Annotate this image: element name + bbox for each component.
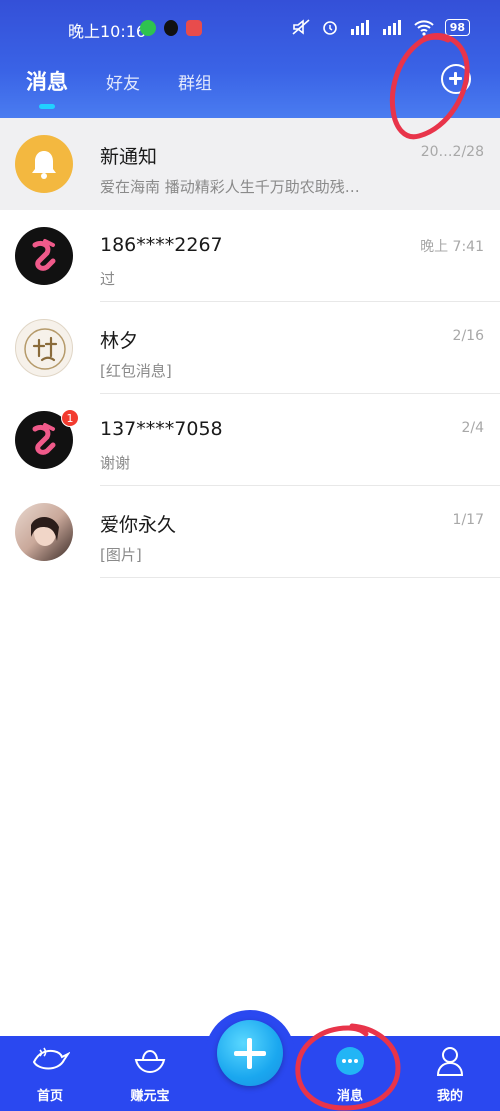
battery-indicator: 98: [444, 18, 470, 36]
nav-label: 赚元宝: [130, 1089, 170, 1104]
app-logo-avatar: [15, 227, 73, 285]
conversation-name: 新通知: [100, 146, 158, 168]
bottom-nav: 首页 赚元宝 消息 我的: [0, 1010, 500, 1111]
app-logo-avatar: 1: [15, 409, 79, 469]
conversation-name: 186****2267: [100, 234, 223, 256]
conversation-time: 2/16: [452, 328, 484, 344]
conversation-list: 新通知 爱在海南 播动精彩人生千万助农助残… 20…2/28 186****22…: [0, 118, 500, 578]
tab-friends[interactable]: 好友: [106, 69, 140, 94]
conversation-item[interactable]: 186****2267 过 晚上 7:41: [0, 210, 500, 302]
status-bar: 晚上10:16 98: [0, 0, 500, 56]
tab-groups[interactable]: 群组: [178, 69, 212, 94]
conversation-time: 2/4: [461, 420, 484, 436]
conversation-item[interactable]: 林夕 [红包消息] 2/16: [0, 302, 500, 394]
nav-label: 消息: [336, 1089, 363, 1104]
conversation-preview: 爱在海南 播动精彩人生千万助农助残…: [100, 178, 360, 196]
plus-icon[interactable]: [217, 1020, 283, 1086]
bell-icon: [15, 135, 73, 193]
qq-icon: [164, 20, 178, 36]
whale-icon: [10, 1044, 90, 1078]
conversation-name: 林夕: [100, 330, 139, 352]
conversation-item-notice[interactable]: 新通知 爱在海南 播动精彩人生千万助农助残… 20…2/28: [0, 118, 500, 210]
photo-avatar: [15, 503, 73, 561]
signal-icon: [350, 20, 369, 35]
conversation-preview: 谢谢: [100, 454, 131, 472]
conversation-preview: [图片]: [100, 546, 142, 564]
tab-messages[interactable]: 消息: [26, 66, 68, 109]
conversation-time: 20…2/28: [420, 144, 484, 160]
conversation-time: 1/17: [452, 512, 484, 528]
nav-label: 首页: [36, 1089, 63, 1104]
conversation-name: 137****7058: [100, 418, 223, 440]
conversation-preview: [红包消息]: [100, 362, 172, 380]
status-right: 98: [291, 18, 470, 36]
add-plus-button[interactable]: [441, 64, 471, 94]
divider: [100, 577, 500, 578]
person-icon: [410, 1044, 490, 1078]
conversation-name: 爱你永久: [100, 514, 177, 536]
conversation-time: 晚上 7:41: [420, 239, 484, 255]
top-tabs: 消息 好友 群组: [26, 66, 250, 109]
conversation-item[interactable]: 1 137****7058 谢谢 2/4: [0, 394, 500, 486]
unread-badge: 1: [61, 409, 79, 427]
mute-icon: [292, 19, 310, 35]
chat-bubble-icon: [310, 1044, 390, 1078]
alarm-icon: [322, 21, 337, 35]
header: 晚上10:16 98 消息 好友 群组: [0, 0, 500, 118]
nav-label: 我的: [436, 1089, 463, 1104]
ingot-icon: [110, 1044, 190, 1078]
nav-item-earn[interactable]: 赚元宝: [110, 1044, 190, 1104]
wifi-icon: [413, 20, 434, 36]
status-time: 晚上10:16: [68, 22, 147, 41]
conversation-preview: 过: [100, 270, 116, 288]
wechat-icon: [140, 20, 156, 36]
calligraphy-avatar: [15, 319, 73, 377]
calendar-icon: [186, 20, 202, 36]
nav-item-home[interactable]: 首页: [10, 1044, 90, 1104]
conversation-item[interactable]: 爱你永久 [图片] 1/17: [0, 486, 500, 578]
nav-item-messages[interactable]: 消息: [310, 1044, 390, 1104]
notification-icons: [140, 20, 202, 36]
nav-item-profile[interactable]: 我的: [410, 1044, 490, 1104]
signal-icon: [382, 20, 401, 35]
